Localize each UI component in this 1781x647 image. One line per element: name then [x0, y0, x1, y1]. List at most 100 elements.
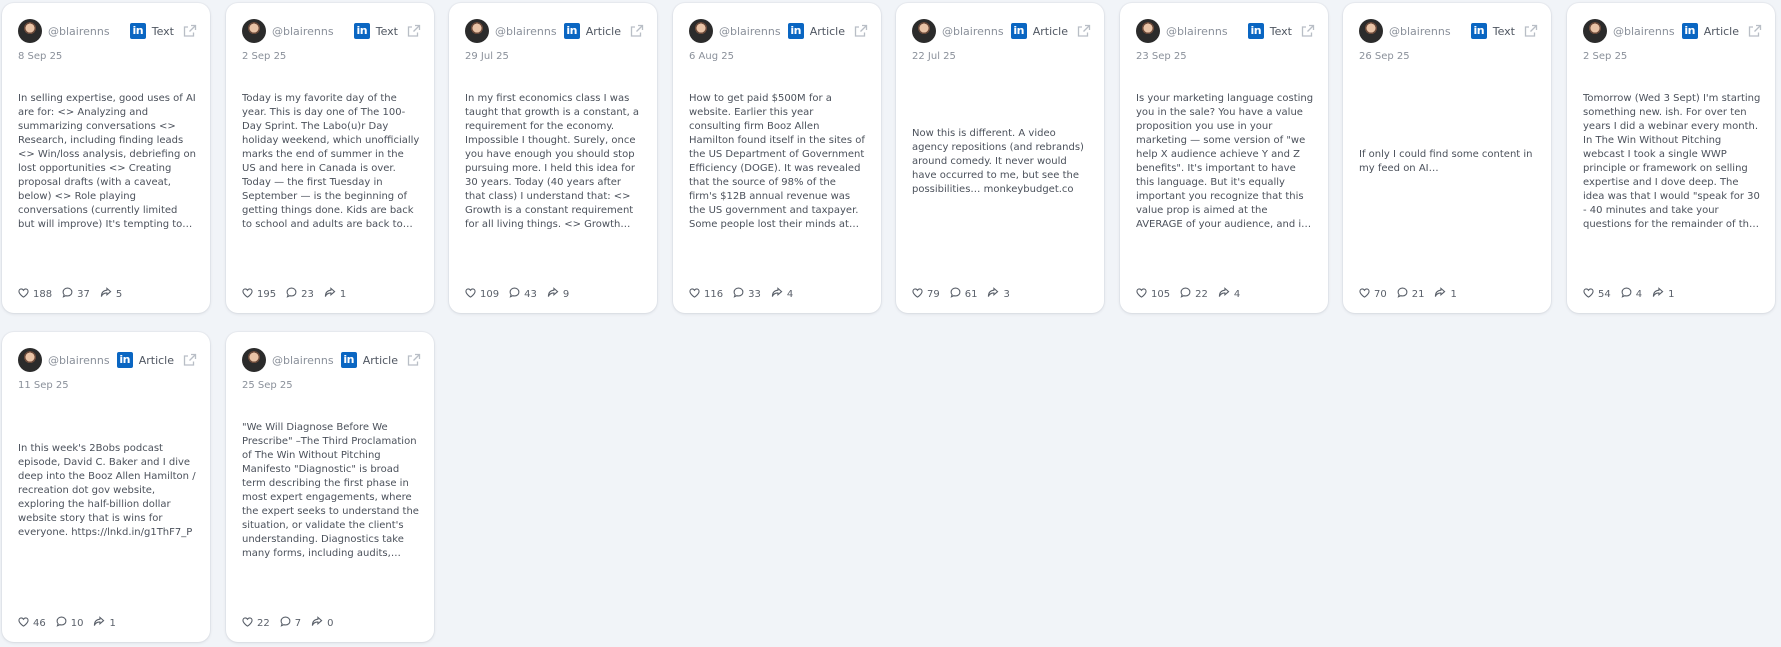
heart-icon — [1359, 287, 1374, 301]
post-date: 11 Sep 25 — [18, 380, 69, 391]
avatar — [1583, 19, 1607, 43]
external-link-icon[interactable] — [853, 23, 869, 39]
external-link-icon[interactable] — [406, 23, 422, 39]
engagement-stats: 188 37 5 — [18, 287, 132, 301]
post-grid: @blairenns in Text 8 Sep 25 In selling e… — [0, 0, 1781, 647]
share-icon — [100, 287, 116, 301]
avatar — [465, 19, 489, 43]
card-header: @blairenns in Text — [1136, 19, 1316, 43]
post-text: In selling expertise, good uses of AI ar… — [18, 93, 196, 230]
post-type: in Text — [1470, 23, 1539, 39]
comments-stat: 37 — [62, 287, 90, 301]
share-icon — [93, 616, 109, 630]
external-link-icon[interactable] — [1076, 23, 1092, 39]
likes-stat: 109 — [465, 287, 499, 301]
share-icon — [771, 287, 787, 301]
shares-count: 1 — [339, 288, 347, 300]
shares-stat: 4 — [771, 287, 793, 301]
post-card[interactable]: @blairenns in Text 26 Sep 25 If only I c… — [1343, 3, 1551, 313]
post-type: in Article — [116, 352, 198, 368]
likes-stat: 105 — [1136, 287, 1171, 301]
comments-count: 4 — [1635, 288, 1643, 300]
card-header: @blairenns in Article — [912, 19, 1092, 43]
post-date: 8 Sep 25 — [18, 51, 63, 62]
avatar — [242, 19, 266, 43]
post-type: in Text — [1247, 23, 1316, 39]
likes-stat: 188 — [18, 287, 53, 301]
post-text: In this week's 2Bobs podcast episode, Da… — [18, 443, 196, 538]
engagement-stats: 79 61 3 — [912, 287, 1020, 301]
linkedin-icon: in — [1681, 23, 1698, 39]
external-link-icon[interactable] — [182, 352, 198, 368]
author-handle: @blairenns — [48, 24, 110, 38]
engagement-stats: 116 33 4 — [689, 287, 803, 301]
avatar — [18, 348, 42, 372]
post-card[interactable]: @blairenns in Article 11 Sep 25 In this … — [2, 332, 210, 642]
post-type: in Text — [353, 23, 422, 39]
comment-icon — [509, 287, 524, 301]
avatar — [1136, 19, 1160, 43]
post-card[interactable]: @blairenns in Article 2 Sep 25 Tomorrow … — [1567, 3, 1775, 313]
comments-stat: 33 — [733, 287, 761, 301]
post-type-label: Text — [1269, 24, 1292, 38]
card-header: @blairenns in Article — [18, 348, 198, 372]
comments-stat: 22 — [1180, 287, 1208, 301]
post-card[interactable]: @blairenns in Text 23 Sep 25 Is your mar… — [1120, 3, 1328, 313]
post-card[interactable]: @blairenns in Article 29 Jul 25 In my fi… — [449, 3, 657, 313]
external-link-icon[interactable] — [1523, 23, 1539, 39]
post-type-label: Article — [809, 24, 845, 38]
post-card[interactable]: @blairenns in Article 6 Aug 25 How to ge… — [673, 3, 881, 313]
shares-stat: 9 — [547, 287, 569, 301]
card-header: @blairenns in Text — [242, 19, 422, 43]
post-card[interactable]: @blairenns in Text 8 Sep 25 In selling e… — [2, 3, 210, 313]
share-icon — [1652, 287, 1668, 301]
linkedin-icon: in — [116, 352, 133, 368]
post-type-label: Text — [375, 24, 398, 38]
post-type-label: Text — [1492, 24, 1515, 38]
comment-icon — [1397, 287, 1412, 301]
comments-stat: 4 — [1621, 287, 1642, 301]
post-date: 2 Sep 25 — [1583, 51, 1628, 62]
likes-stat: 70 — [1359, 287, 1387, 301]
external-link-icon[interactable] — [629, 23, 645, 39]
engagement-stats: 105 22 4 — [1136, 287, 1250, 301]
likes-count: 188 — [33, 288, 53, 300]
post-body: If only I could find some content in my … — [1359, 69, 1537, 255]
card-header: @blairenns in Article — [242, 348, 422, 372]
comments-stat: 21 — [1397, 287, 1424, 301]
likes-stat: 46 — [18, 616, 46, 630]
post-card[interactable]: @blairenns in Text 2 Sep 25 Today is my … — [226, 3, 434, 313]
card-header: @blairenns in Article — [1583, 19, 1763, 43]
post-type: in Article — [787, 23, 869, 39]
external-link-icon[interactable] — [406, 352, 422, 368]
comment-icon — [286, 287, 301, 301]
avatar — [242, 348, 266, 372]
comments-stat: 10 — [56, 616, 83, 630]
external-link-icon[interactable] — [1300, 23, 1316, 39]
external-link-icon[interactable] — [182, 23, 198, 39]
comments-stat: 23 — [286, 287, 314, 301]
post-date: 22 Jul 25 — [912, 51, 956, 62]
comment-icon — [62, 287, 77, 301]
linkedin-icon: in — [563, 23, 580, 39]
post-body: In my first economics class I was taught… — [465, 69, 643, 255]
post-text: Tomorrow (Wed 3 Sept) I'm starting somet… — [1583, 93, 1761, 230]
comment-icon — [1180, 287, 1195, 301]
post-card[interactable]: @blairenns in Article 25 Sep 25 "We Will… — [226, 332, 434, 642]
likes-count: 46 — [33, 617, 46, 629]
author-handle: @blairenns — [719, 24, 781, 38]
linkedin-icon: in — [129, 23, 146, 39]
post-date: 26 Sep 25 — [1359, 51, 1410, 62]
likes-count: 116 — [704, 288, 724, 300]
shares-stat: 1 — [1434, 287, 1457, 301]
shares-stat: 5 — [100, 287, 122, 301]
post-card[interactable]: @blairenns in Article 22 Jul 25 Now this… — [896, 3, 1104, 313]
likes-count: 54 — [1598, 288, 1611, 300]
likes-count: 105 — [1151, 288, 1171, 300]
post-text: "We Will Diagnose Before We Prescribe" –… — [242, 422, 419, 559]
comment-icon — [733, 287, 748, 301]
external-link-icon[interactable] — [1747, 23, 1763, 39]
card-header: @blairenns in Text — [18, 19, 198, 43]
post-body: Is your marketing language costing you i… — [1136, 69, 1314, 255]
shares-stat: 3 — [987, 287, 1010, 301]
